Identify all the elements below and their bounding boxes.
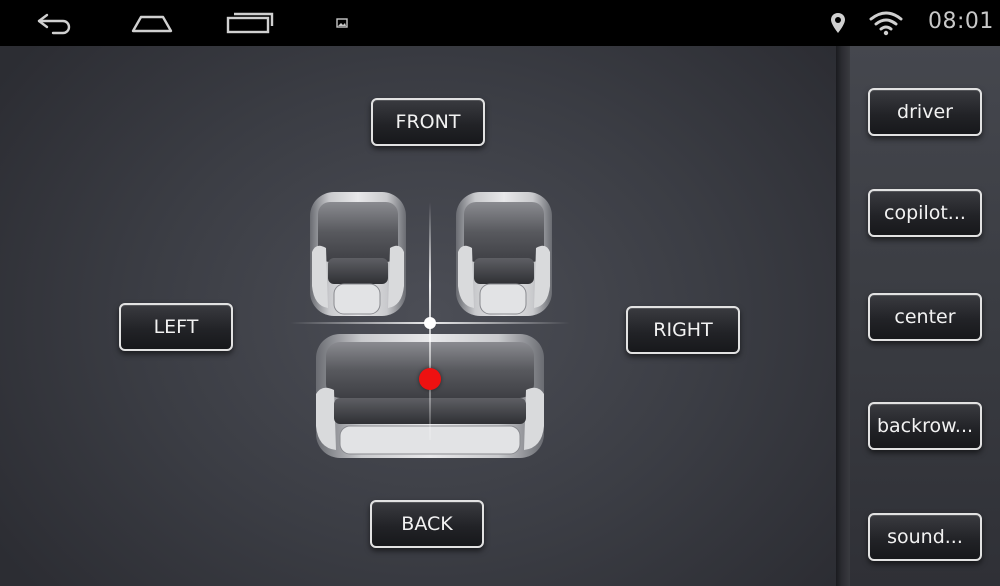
side-menu: driver copilot... center backrow... soun… bbox=[850, 46, 1000, 586]
side-item-driver[interactable]: driver bbox=[868, 88, 982, 136]
balance-position-indicator[interactable] bbox=[419, 368, 441, 390]
side-item-label: driver bbox=[897, 101, 953, 123]
copilot-seat-icon bbox=[456, 192, 552, 316]
side-item-label: sound... bbox=[887, 526, 963, 548]
side-item-label: backrow... bbox=[876, 415, 974, 437]
recent-apps-icon[interactable] bbox=[222, 0, 278, 46]
status-clock: 08:01 bbox=[928, 9, 994, 34]
panel-divider bbox=[836, 46, 850, 586]
screenshot-notification-icon bbox=[332, 0, 352, 46]
side-item-center[interactable]: center bbox=[868, 293, 982, 341]
side-item-copilot[interactable]: copilot... bbox=[868, 189, 982, 237]
wifi-icon bbox=[866, 0, 906, 46]
side-item-backrow[interactable]: backrow... bbox=[868, 402, 982, 450]
side-item-label: center bbox=[894, 306, 956, 328]
location-icon bbox=[826, 0, 850, 46]
seat-layout-diagram[interactable] bbox=[0, 46, 836, 586]
status-bar: 08:01 bbox=[0, 0, 1000, 46]
balance-panel: FRONT LEFT RIGHT BACK bbox=[0, 46, 836, 586]
side-item-label: copilot... bbox=[884, 202, 966, 224]
back-icon[interactable] bbox=[28, 0, 80, 46]
side-item-sound[interactable]: sound... bbox=[868, 513, 982, 561]
driver-seat-icon bbox=[310, 192, 406, 316]
balance-center-point bbox=[424, 317, 436, 329]
home-icon[interactable] bbox=[126, 0, 178, 46]
